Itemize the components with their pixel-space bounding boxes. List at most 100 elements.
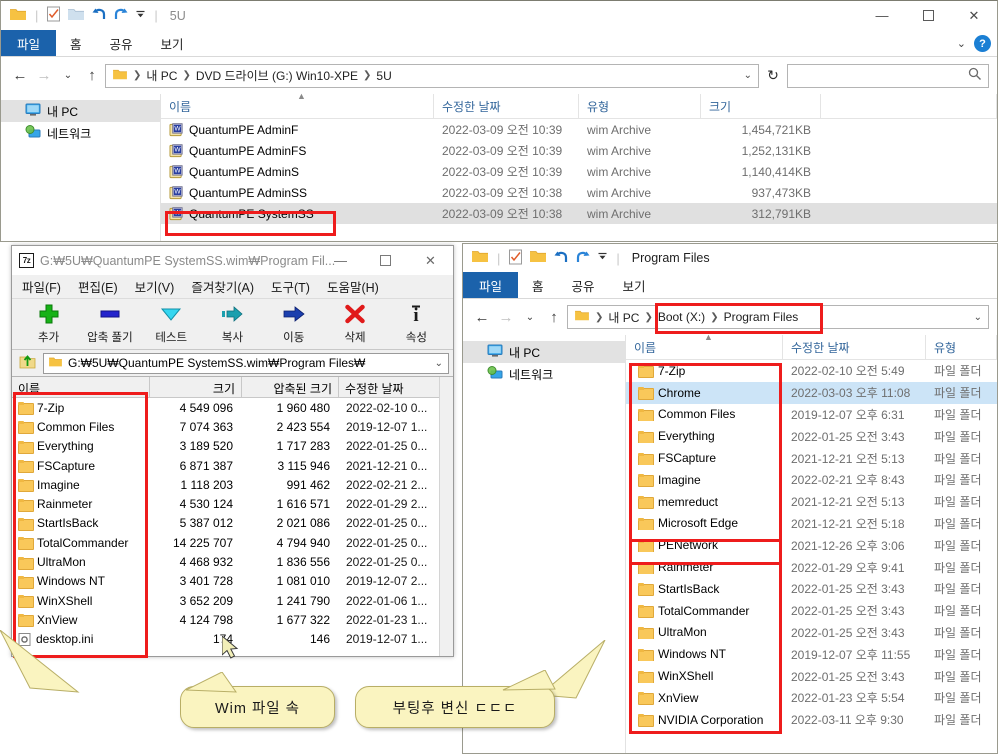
- table-row[interactable]: Everything 3 189 520 1 717 283 2022-01-25 0…: [12, 437, 453, 456]
- table-row[interactable]: 7-Zip 2022-02-10 오전 5:49 파일 폴더: [626, 360, 997, 382]
- table-row[interactable]: XnView 4 124 798 1 677 322 2022-01-23 1...: [12, 610, 453, 629]
- table-row[interactable]: PENetwork 2021-12-26 오후 3:06 파일 폴더: [626, 534, 997, 556]
- sevenzip-column-size[interactable]: 크기: [150, 377, 242, 397]
- properties-icon[interactable]: [508, 249, 523, 268]
- sevenzip-path-dropdown-icon[interactable]: ⌄: [435, 358, 443, 369]
- undo-icon[interactable]: [91, 6, 107, 25]
- table-row[interactable]: XnView 2022-01-23 오후 5:54 파일 폴더: [626, 687, 997, 709]
- back-button-2[interactable]: ←: [471, 305, 493, 329]
- table-row[interactable]: TotalCommander 14 225 707 4 794 940 2022-01…: [12, 533, 453, 552]
- chevron-down-icon[interactable]: ⌄: [957, 37, 966, 50]
- folder-icon[interactable]: [9, 7, 27, 25]
- sevenzip-close-button[interactable]: ✕: [408, 246, 453, 275]
- column-name-2[interactable]: ▲ 이름: [626, 332, 783, 359]
- table-row[interactable]: W QuantumPE AdminSS 2022-03-09 오전 10:38 wim…: [161, 182, 997, 203]
- nav-item-network-2[interactable]: 네트워크: [463, 363, 625, 385]
- sevenzip-column-date[interactable]: 수정한 날짜: [339, 377, 453, 397]
- table-row[interactable]: Imagine 1 118 203 991 462 2022-02-21 2...: [12, 475, 453, 494]
- sevenzip-menu-item-5[interactable]: 도움말(H): [327, 277, 379, 296]
- sevenzip-column-name[interactable]: 이름: [12, 377, 150, 397]
- table-row[interactable]: Windows NT 2019-12-07 오후 11:55 파일 폴더: [626, 643, 997, 665]
- sevenzip-menu-item-2[interactable]: 보기(V): [135, 277, 175, 296]
- tab-view[interactable]: 보기: [147, 30, 198, 56]
- table-row[interactable]: Common Files 2019-12-07 오후 6:31 파일 폴더: [626, 404, 997, 426]
- redo-icon[interactable]: [113, 6, 129, 25]
- sevenzip-maximize-button[interactable]: [363, 246, 408, 275]
- back-button[interactable]: ←: [9, 64, 31, 88]
- table-row[interactable]: Rainmeter 2022-01-29 오후 9:41 파일 폴더: [626, 556, 997, 578]
- new-folder-icon[interactable]: [67, 7, 85, 25]
- breadcrumb2-item-1[interactable]: Boot (X:): [658, 310, 705, 324]
- table-row[interactable]: StartIsBack 2022-01-25 오전 3:43 파일 폴더: [626, 578, 997, 600]
- sevenzip-menu-item-0[interactable]: 파일(F): [22, 277, 61, 296]
- new-folder-icon[interactable]: [529, 249, 547, 267]
- table-row[interactable]: FSCapture 6 871 387 3 115 946 2021-12-21 0.…: [12, 456, 453, 475]
- up-button-2[interactable]: ↑: [543, 305, 565, 329]
- address-bar-2[interactable]: ❯ 내 PC ❯ Boot (X:) ❯ Program Files ⌄: [567, 305, 989, 329]
- nav-item-network[interactable]: 네트워크: [1, 122, 160, 144]
- table-row[interactable]: UltraMon 4 468 932 1 836 556 2022-01-25 0..…: [12, 552, 453, 571]
- tab-home-2[interactable]: 홈: [518, 272, 558, 298]
- address-bar[interactable]: ❯ 내 PC ❯ DVD 드라이브 (G:) Win10-XPE ❯ 5U ⌄: [105, 63, 759, 88]
- breadcrumb-item-2[interactable]: 5U: [376, 69, 391, 83]
- table-row[interactable]: Common Files 7 074 363 2 423 554 2019-12-07…: [12, 417, 453, 436]
- table-row[interactable]: W QuantumPE SystemSS 2022-03-09 오전 10:38 wi…: [161, 203, 997, 224]
- breadcrumb2-item-2[interactable]: Program Files: [724, 310, 799, 324]
- table-row[interactable]: TotalCommander 2022-01-25 오전 3:43 파일 폴더: [626, 600, 997, 622]
- properties-icon[interactable]: [46, 6, 61, 25]
- refresh-button[interactable]: ↻: [761, 64, 785, 88]
- forward-button[interactable]: →: [33, 64, 55, 88]
- nav-item-this-pc[interactable]: 내 PC: [1, 100, 160, 122]
- table-row[interactable]: Rainmeter 4 530 124 1 616 571 2022-01-29 2.…: [12, 494, 453, 513]
- tab-file[interactable]: 파일: [1, 30, 57, 56]
- nav-item-this-pc-2[interactable]: 내 PC: [463, 341, 625, 363]
- column-spare[interactable]: [821, 94, 997, 118]
- table-row[interactable]: Everything 2022-01-25 오전 3:43 파일 폴더: [626, 425, 997, 447]
- sevenzip-minimize-button[interactable]: —: [318, 246, 363, 275]
- tab-share[interactable]: 공유: [96, 30, 147, 56]
- folder-icon[interactable]: [471, 249, 489, 267]
- table-row[interactable]: W QuantumPE AdminF 2022-03-09 오전 10:39 wim …: [161, 119, 997, 140]
- table-row[interactable]: Chrome 2022-03-03 오후 11:08 파일 폴더: [626, 381, 997, 404]
- table-row[interactable]: NVIDIA Corporation 2022-03-11 오후 9:30 파일 폴…: [626, 709, 997, 731]
- up-button[interactable]: ↑: [81, 64, 103, 88]
- sevenzip-menu-item-1[interactable]: 편집(E): [78, 277, 118, 296]
- column-type[interactable]: 유형: [579, 94, 701, 118]
- maximize-button[interactable]: [905, 1, 951, 30]
- table-row[interactable]: memreduct 2021-12-21 오전 5:13 파일 폴더: [626, 491, 997, 513]
- column-date-2[interactable]: 수정한 날짜: [783, 335, 926, 359]
- breadcrumb2-dropdown-icon[interactable]: ⌄: [974, 312, 982, 323]
- column-date[interactable]: 수정한 날짜: [434, 94, 579, 118]
- table-row[interactable]: W QuantumPE AdminFS 2022-03-09 오전 10:39 wim…: [161, 140, 997, 161]
- recent-locations-button[interactable]: ⌄: [57, 64, 79, 88]
- breadcrumb-item-0[interactable]: 내 PC: [146, 67, 177, 84]
- table-row[interactable]: WinXShell 3 652 209 1 241 790 2022-01-06 1.…: [12, 591, 453, 610]
- close-button[interactable]: ✕: [951, 1, 997, 30]
- table-row[interactable]: Imagine 2022-02-21 오후 8:43 파일 폴더: [626, 469, 997, 491]
- recent-locations-button-2[interactable]: ⌄: [519, 305, 541, 329]
- customize-caret-icon[interactable]: [597, 251, 608, 265]
- column-type-2[interactable]: 유형: [926, 335, 997, 359]
- minimize-button[interactable]: —: [859, 1, 905, 30]
- toolbar-delete-button[interactable]: 삭제: [324, 303, 385, 345]
- help-icon[interactable]: ?: [974, 35, 991, 52]
- redo-icon[interactable]: [575, 249, 591, 268]
- tab-share-2[interactable]: 공유: [558, 272, 609, 298]
- breadcrumb-dropdown-icon[interactable]: ⌄: [744, 70, 752, 81]
- toolbar-test-button[interactable]: 테스트: [141, 303, 202, 345]
- table-row[interactable]: UltraMon 2022-01-25 오전 3:43 파일 폴더: [626, 622, 997, 644]
- table-row[interactable]: StartIsBack 5 387 012 2 021 086 2022-01-25 …: [12, 514, 453, 533]
- table-row[interactable]: 7-Zip 4 549 096 1 960 480 2022-02-10 0...: [12, 398, 453, 417]
- breadcrumb2-item-0[interactable]: 내 PC: [608, 309, 639, 326]
- tab-file-2[interactable]: 파일: [463, 272, 519, 298]
- column-name[interactable]: ▲ 이름: [161, 91, 434, 118]
- tab-view-2[interactable]: 보기: [609, 272, 660, 298]
- table-row[interactable]: WinXShell 2022-01-25 오전 3:43 파일 폴더: [626, 665, 997, 687]
- breadcrumb-item-1[interactable]: DVD 드라이브 (G:) Win10-XPE: [196, 67, 358, 84]
- customize-caret-icon[interactable]: [135, 9, 146, 22]
- table-row[interactable]: Microsoft Edge 2021-12-21 오전 5:18 파일 폴더: [626, 513, 997, 535]
- up-folder-icon[interactable]: [19, 353, 36, 373]
- toolbar-copy-button[interactable]: 복사: [202, 303, 263, 345]
- sevenzip-column-packed[interactable]: 압축된 크기: [242, 377, 339, 397]
- sevenzip-menu-item-3[interactable]: 즐겨찾기(A): [191, 277, 254, 296]
